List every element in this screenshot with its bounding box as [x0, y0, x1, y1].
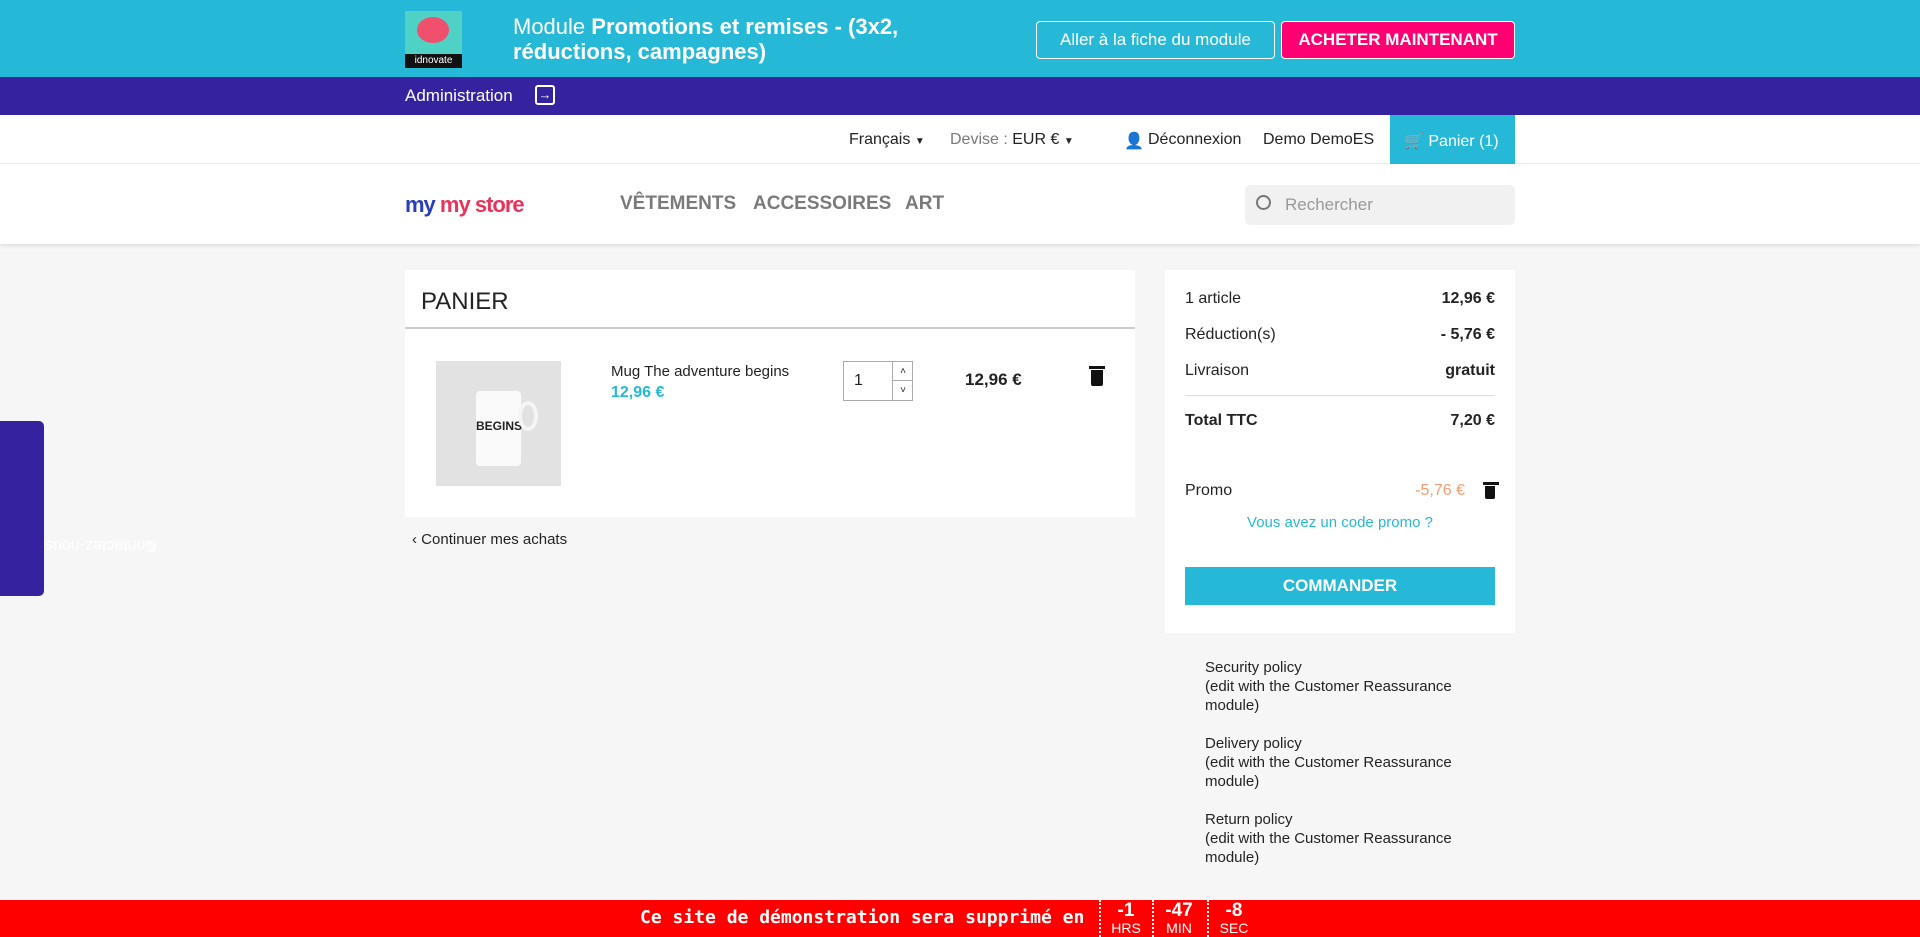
chevron-left-icon: ‹ — [412, 531, 422, 548]
buy-now-button[interactable]: ACHETER MAINTENANT — [1281, 21, 1515, 59]
mug-graphic: BEGINS — [476, 391, 522, 466]
demo-countdown-bar: Ce site de démonstration sera supprimé e… — [0, 900, 1920, 937]
remove-promo-icon[interactable] — [1483, 482, 1499, 499]
countdown-value: -47 — [1165, 900, 1193, 921]
chevron-down-icon[interactable]: ˅ — [892, 381, 913, 400]
reassurance-security: Security policy (edit with the Customer R… — [1165, 658, 1495, 715]
chevron-up-icon[interactable]: ˄ — [892, 362, 913, 381]
divider — [1185, 395, 1495, 396]
contact-label: Contactez-nous — [44, 537, 157, 554]
caret-down-icon: ▼ — [914, 136, 925, 147]
cart-icon: 🛒 — [1404, 133, 1424, 150]
continue-label: Continuer mes achats — [421, 531, 568, 548]
currency-label: Devise : — [950, 131, 1008, 148]
menu-accessoires[interactable]: ACCESSOIRES — [753, 193, 891, 215]
promo-code-link[interactable]: Vous avez un code promo ? — [1165, 514, 1515, 531]
countdown-value: -1 — [1117, 900, 1135, 921]
piggy-bank-icon — [417, 17, 449, 43]
store-logo[interactable]: my my store — [405, 192, 525, 218]
banner-title: Module Promotions et remises - (3x2, réd… — [513, 14, 913, 64]
countdown-unit: SEC — [1219, 920, 1249, 936]
row-label: 1 article — [1185, 290, 1242, 307]
cart-panel: PANIER BEGINS Mug The adventure begins 1… — [405, 270, 1135, 517]
search-input[interactable]: Rechercher — [1245, 185, 1515, 225]
row-label: Réduction(s) — [1185, 326, 1276, 343]
countdown-hours: -1 HRS — [1099, 900, 1151, 937]
countdown-unit: MIN — [1166, 920, 1192, 936]
reassurance-return: Return policy (edit with the Customer Rea… — [1165, 810, 1495, 867]
total-label: Total TTC — [1185, 412, 1258, 429]
reassurance-note: (edit with the Customer Reassurance modu… — [1205, 678, 1452, 714]
countdown-minutes: -47 MIN — [1152, 900, 1204, 937]
reassurance-note: (edit with the Customer Reassurance modu… — [1205, 754, 1452, 790]
module-banner: idnovate Module Promotions et remises - … — [0, 0, 1920, 77]
site-header: my my store VÊTEMENTS ACCESSOIRES ART Re… — [0, 164, 1920, 244]
currency-selector[interactable]: Devise : EUR € ▼ — [950, 131, 1074, 149]
countdown-seconds: -8 SEC — [1207, 900, 1259, 937]
row-label: Livraison — [1185, 362, 1250, 379]
idnovate-logo: idnovate — [405, 11, 462, 68]
search-icon — [1256, 195, 1271, 210]
logo-text: idnovate — [405, 54, 462, 68]
quantity-stepper[interactable]: 1 ˄ ˅ — [843, 361, 913, 401]
row-value: 12,96 € — [1441, 290, 1495, 307]
summary-row-articles: 1 article 12,96 € — [1185, 290, 1495, 308]
cart-summary: 1 article 12,96 € Réduction(s) - 5,76 € Li… — [1165, 270, 1515, 633]
total-value: 7,20 € — [1450, 412, 1495, 429]
checkout-button[interactable]: COMMANDER — [1185, 567, 1495, 605]
line-total: 12,96 € — [965, 370, 1022, 389]
row-value: - 5,76 € — [1440, 326, 1495, 343]
admin-bar: Administration → — [0, 77, 1920, 115]
product-name[interactable]: Mug The adventure begins — [611, 363, 789, 380]
cart-title: PANIER — [421, 288, 509, 315]
contact-us-tab[interactable]: ✎ Contactez-nous — [0, 421, 157, 596]
countdown-unit: HRS — [1111, 920, 1141, 936]
module-page-button[interactable]: Aller à la fiche du module — [1036, 21, 1275, 59]
continue-shopping-link[interactable]: ‹ Continuer mes achats — [412, 531, 567, 548]
reassurance-title: Security policy — [1205, 659, 1302, 676]
admin-link[interactable]: Administration — [405, 86, 513, 106]
logout-link[interactable]: Déconnexion — [1148, 131, 1241, 149]
summary-total: Total TTC 7,20 € — [1185, 412, 1495, 430]
divider — [405, 327, 1135, 329]
currency-value: EUR € — [1012, 131, 1060, 148]
reassurance-delivery: Delivery policy (edit with the Customer R… — [1165, 734, 1495, 791]
search-placeholder: Rechercher — [1285, 195, 1373, 214]
reassurance-title: Delivery policy — [1205, 735, 1302, 752]
summary-row-shipping: Livraison gratuit — [1185, 362, 1495, 380]
product-price: 12,96 € — [611, 384, 665, 401]
account-link[interactable]: Demo DemoES — [1263, 131, 1374, 149]
title-prefix: Module — [513, 14, 592, 39]
summary-row-discount: Réduction(s) - 5,76 € — [1185, 326, 1495, 344]
language-selector[interactable]: Français ▼ — [849, 131, 925, 149]
promo-row: Promo -5,76 € — [1185, 482, 1499, 500]
promo-value: -5,76 € — [1415, 482, 1465, 499]
menu-art[interactable]: ART — [905, 193, 944, 215]
demo-message: Ce site de démonstration sera supprimé e… — [640, 907, 1085, 928]
reassurance-title: Return policy — [1205, 811, 1293, 828]
delete-item-icon[interactable] — [1089, 366, 1105, 386]
caret-down-icon: ▼ — [1063, 136, 1074, 147]
sign-in-icon[interactable]: → — [535, 85, 555, 105]
row-value: gratuit — [1445, 362, 1495, 379]
language-label: Français — [849, 131, 911, 148]
promo-label: Promo — [1185, 482, 1233, 499]
countdown-value: -8 — [1225, 900, 1243, 921]
cart-label: Panier (1) — [1428, 133, 1499, 150]
user-icon: 👤 — [1124, 133, 1144, 150]
product-image[interactable]: BEGINS — [436, 361, 561, 486]
menu-vetements[interactable]: VÊTEMENTS — [620, 193, 736, 215]
quantity-input[interactable]: 1 — [854, 372, 863, 390]
reassurance-note: (edit with the Customer Reassurance modu… — [1205, 830, 1452, 866]
mug-handle — [518, 401, 538, 431]
cart-button[interactable]: 🛒 Panier (1) — [1390, 115, 1515, 164]
store-logo-text: my store — [439, 192, 525, 217]
top-nav: Français ▼ Devise : EUR € ▼ 👤 Déconnexio… — [0, 115, 1920, 164]
